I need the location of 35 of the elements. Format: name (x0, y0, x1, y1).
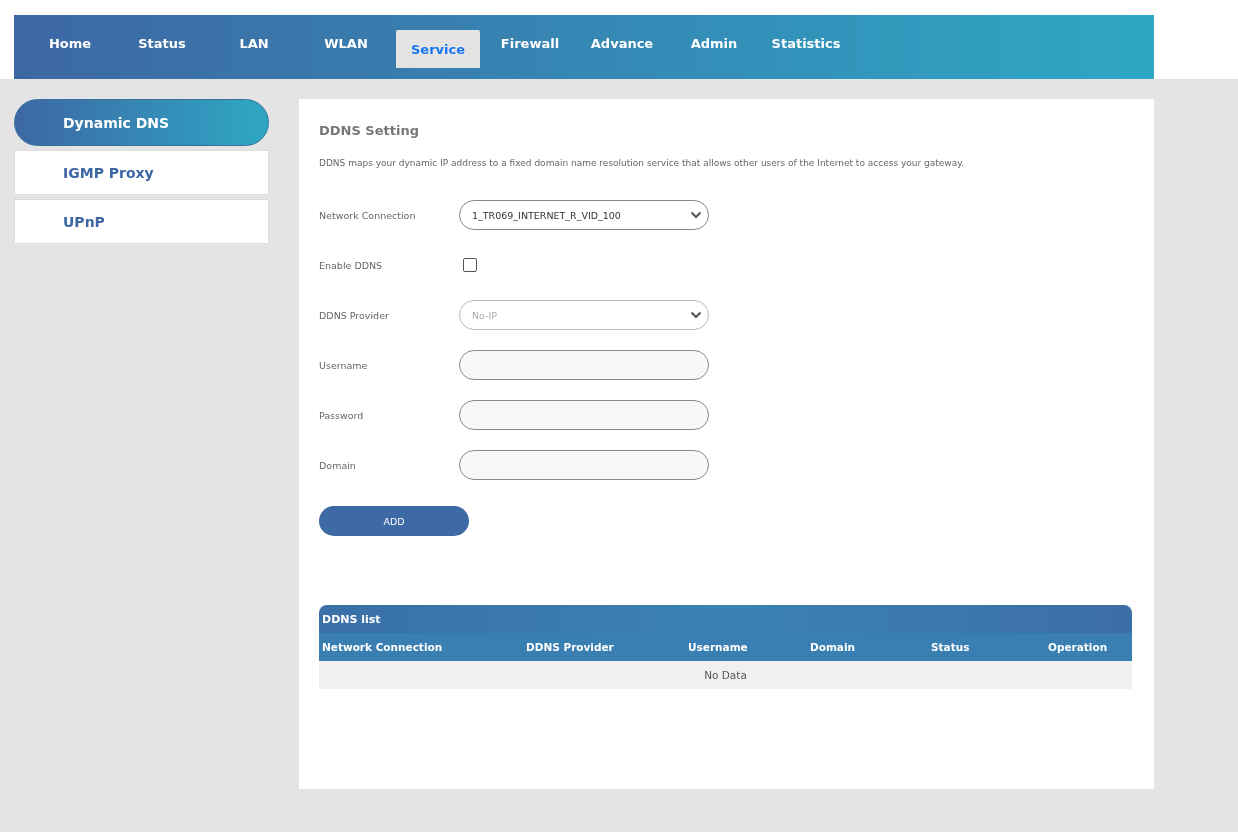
field-label: Username (319, 359, 369, 371)
field-label: Password (319, 409, 365, 421)
table-title-bar: DDNS list (319, 605, 1132, 633)
column-header: Domain (809, 641, 857, 653)
section-title: DDNS Setting (319, 123, 420, 138)
add-button[interactable]: ADD (319, 506, 469, 536)
field-label: DDNS Provider (319, 309, 390, 321)
field-label: Domain (319, 459, 357, 471)
description-text: DDNS maps your dynamic IP address to a fixed domain name resolution service that allows other users of the Internet to access your gateway. (319, 158, 966, 168)
column-header: Operation (1047, 641, 1109, 653)
checkbox[interactable] (463, 258, 477, 272)
input-field[interactable] (459, 350, 709, 380)
nav-tab[interactable]: Firewall (484, 18, 576, 68)
sidebar-item[interactable]: Dynamic DNS (14, 99, 269, 146)
nav-tab[interactable]: Statistics (760, 18, 852, 68)
nav-tab[interactable]: Service (396, 30, 480, 68)
field-label: Enable DDNS (319, 259, 384, 271)
nav-tab[interactable]: Advance (576, 18, 668, 68)
nav-tab[interactable]: Admin (668, 18, 760, 68)
column-header: Username (687, 641, 749, 653)
input-field[interactable] (459, 400, 709, 430)
nav-tab[interactable]: WLAN (300, 18, 392, 68)
column-header: Network Connection (321, 641, 444, 653)
column-header: DDNS Provider (525, 641, 615, 653)
chevron-icon (690, 211, 702, 219)
nav-tab[interactable]: LAN (208, 18, 300, 68)
chevron-icon (690, 311, 702, 319)
sidebar-item[interactable]: UPnP (14, 199, 269, 244)
column-header: Status (930, 641, 971, 653)
sidebar-item[interactable]: IGMP Proxy (14, 150, 269, 195)
nav-tab[interactable]: Status (116, 18, 208, 68)
nav-tab[interactable]: Home (24, 18, 116, 68)
empty-table-row: No Data (319, 661, 1132, 689)
input-field[interactable] (459, 450, 709, 480)
field-label: Network Connection (319, 209, 417, 221)
